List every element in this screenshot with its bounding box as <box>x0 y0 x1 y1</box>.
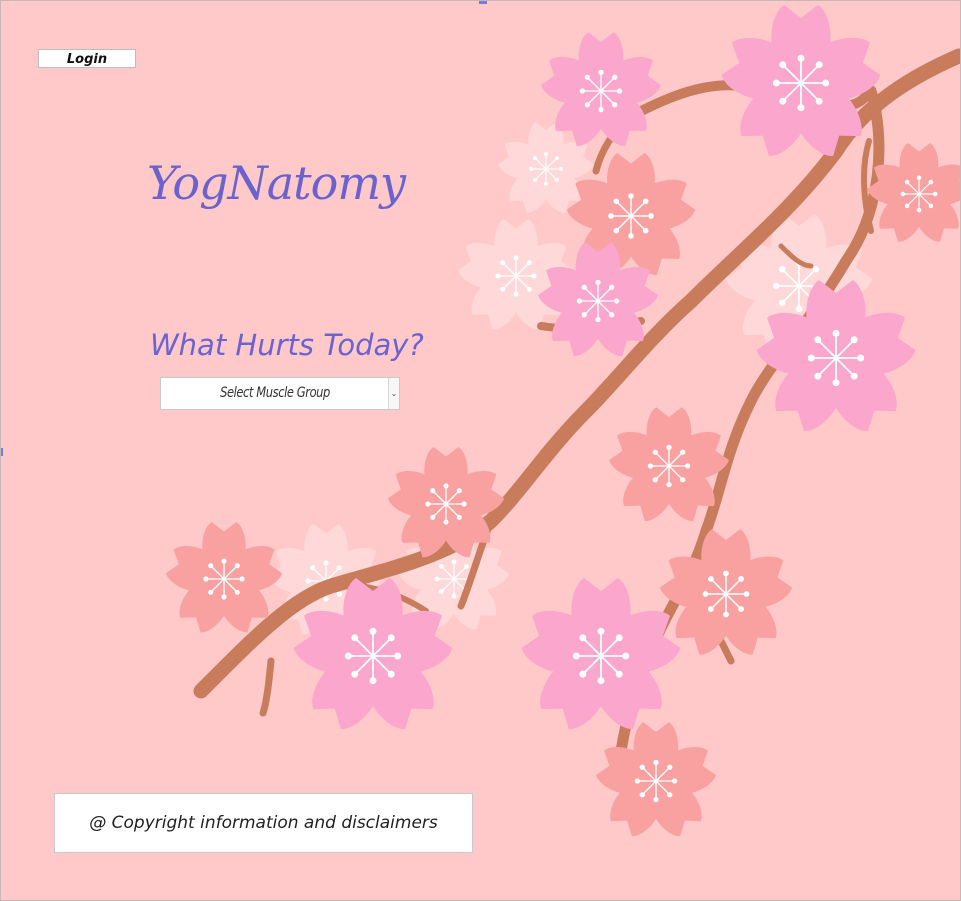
page-heading: What Hurts Today? <box>150 328 424 362</box>
cherry-blossom-illustration <box>162 4 960 843</box>
chevron-down-icon[interactable]: ⌄ <box>388 378 399 409</box>
muscle-group-select[interactable]: Select Muscle Group ⌄ <box>160 377 400 410</box>
muscle-group-select-value: Select Muscle Group <box>220 385 330 401</box>
app-window: Login YogNatomy What Hurts Today? Select… <box>0 0 961 901</box>
footer-disclaimer: @ Copyright information and disclaimers <box>54 793 473 853</box>
copyright-text: @ Copyright information and disclaimers <box>89 813 438 833</box>
login-button[interactable]: Login <box>38 49 136 68</box>
app-logo: YogNatomy <box>147 156 406 210</box>
